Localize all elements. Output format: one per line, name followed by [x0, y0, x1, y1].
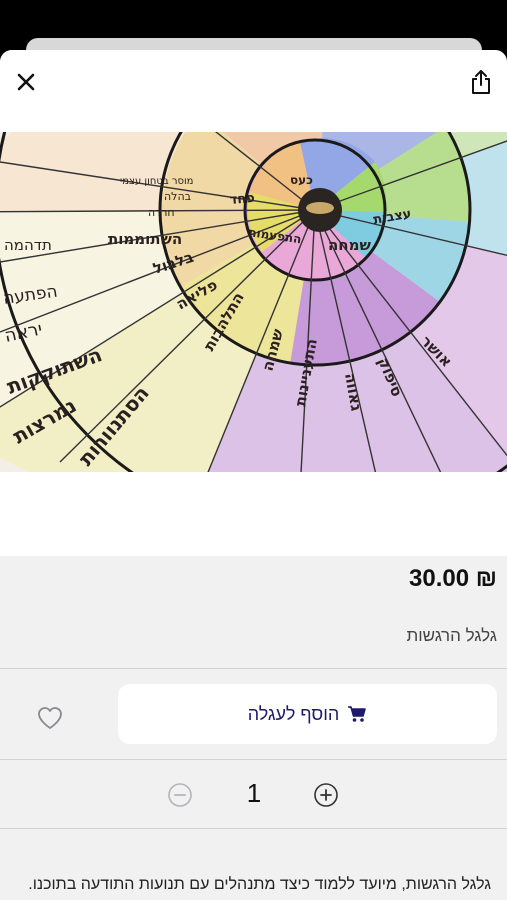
heart-icon — [38, 707, 62, 729]
product-description: גלגל הרגשות, מיועד ללמוד כיצד מתנהלים עם… — [28, 876, 491, 893]
favorite-button[interactable] — [30, 698, 70, 738]
wheel-label: חרדה — [148, 206, 175, 219]
divider — [0, 668, 507, 669]
product-sheet: פחד התפעמות שמחה עצבות כעס השתוממות בלבו… — [0, 50, 507, 900]
quantity-decrease-button[interactable] — [166, 781, 194, 809]
close-button[interactable] — [6, 62, 46, 102]
wheel-label: מוסר בטחון עצמי — [120, 176, 193, 187]
close-icon — [17, 73, 35, 91]
plus-circle-icon — [314, 783, 338, 807]
share-icon — [472, 70, 490, 94]
wheel-label: פחד — [229, 191, 255, 208]
wheel-label: השתוממות — [108, 230, 182, 248]
minus-circle-icon — [168, 783, 192, 807]
wheel-label: בהלה — [164, 190, 191, 203]
share-button[interactable] — [461, 62, 501, 102]
wheel-label: שמחה — [328, 236, 371, 254]
wheel-label: תדהמה — [4, 236, 52, 254]
divider — [0, 828, 507, 829]
add-to-cart-button[interactable]: הוסף לעגלה — [118, 684, 497, 744]
product-title: גלגל הרגשות — [406, 626, 497, 645]
wheel-label: כעס — [290, 173, 313, 187]
add-to-cart-label: הוסף לעגלה — [247, 703, 340, 724]
divider — [0, 759, 507, 760]
quantity-increase-button[interactable] — [312, 781, 340, 809]
cart-icon — [348, 706, 367, 722]
product-price: ₪ 30.00 — [409, 565, 497, 592]
emotion-wheel-photo: פחד התפעמות שמחה עצבות כעס השתוממות בלבו… — [0, 132, 507, 472]
quantity-value: 1 — [246, 778, 262, 808]
product-image: פחד התפעמות שמחה עצבות כעס השתוממות בלבו… — [0, 132, 507, 472]
